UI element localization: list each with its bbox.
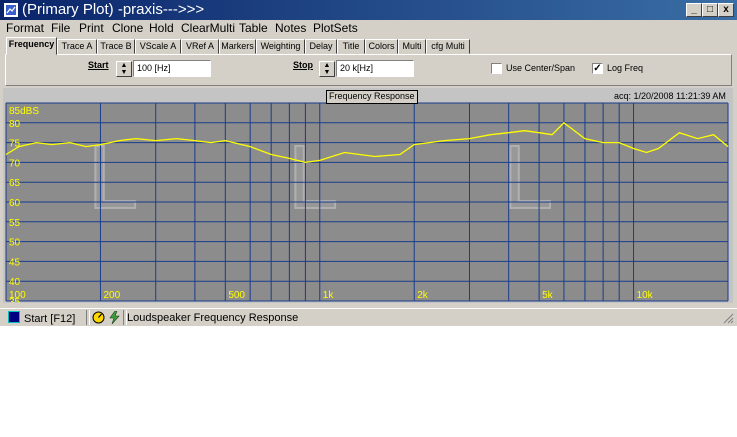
status-text: Loudspeaker Frequency Response <box>127 312 299 324</box>
menu-bar: Format File Print Clone Hold ClearMulti … <box>0 20 737 37</box>
resize-grip-icon[interactable] <box>722 312 734 324</box>
menu-notes[interactable]: Notes <box>275 21 306 36</box>
y-tick-label: 65 <box>9 178 21 189</box>
menu-hold[interactable]: Hold <box>149 21 174 36</box>
maximize-button[interactable]: □ <box>702 3 718 17</box>
x-tick-label: 10k <box>637 290 654 301</box>
tab-vref-a[interactable]: VRef A <box>181 39 219 54</box>
use-center-span-label: Use Center/Span <box>506 63 576 73</box>
x-tick-label: 2k <box>417 290 429 301</box>
tab-markers[interactable]: Markers <box>219 39 256 54</box>
start-button-label: Start [F12] <box>24 313 76 325</box>
y-tick-label: 60 <box>9 198 21 209</box>
y-tick-label: 80 <box>9 119 21 130</box>
lightning-icon[interactable] <box>108 311 121 324</box>
y-tick-label: 45 <box>9 257 21 268</box>
plot-title: Frequency Response <box>326 90 418 104</box>
stop-spinner[interactable]: ▲ ▼ <box>319 61 335 77</box>
tab-multi[interactable]: Multi <box>398 39 426 54</box>
window-title: (Primary Plot) -praxis--->>> <box>22 1 205 18</box>
menu-plotsets[interactable]: PlotSets <box>313 21 358 36</box>
start-input[interactable]: 100 [Hz] <box>133 60 211 77</box>
x-tick-label: 200 <box>103 290 120 301</box>
frequency-panel: Start ▲ ▼ 100 [Hz] Stop ▲ ▼ 20 k[Hz] Use C… <box>5 54 732 86</box>
x-tick-label: 5k <box>542 290 554 301</box>
start-spinner[interactable]: ▲ ▼ <box>116 61 132 77</box>
log-freq-label: Log Freq <box>607 63 644 73</box>
use-center-span-checkbox[interactable] <box>491 63 502 74</box>
app-window: (Primary Plot) -praxis--->>> _ □ x Forma… <box>0 0 737 326</box>
tab-frequency[interactable]: Frequency <box>6 37 57 55</box>
y-tick-label: 55 <box>9 218 21 229</box>
gauge-icon[interactable] <box>92 311 105 324</box>
menu-table[interactable]: Table <box>239 21 268 36</box>
plot-area: L L L 85dBS 80 75 70 65 60 55 50 45 40 35 100 200 500… <box>3 88 733 308</box>
close-button[interactable]: x <box>718 3 734 17</box>
start-icon <box>8 311 20 323</box>
x-tick-label: 100 <box>9 290 26 301</box>
stop-input[interactable]: 20 k[Hz] <box>336 60 414 77</box>
menu-file[interactable]: File <box>51 21 70 36</box>
y-tick-label: 70 <box>9 158 21 169</box>
tab-trace-a[interactable]: Trace A <box>57 39 97 54</box>
menu-print[interactable]: Print <box>79 21 104 36</box>
y-tick-label: 75 <box>9 139 21 150</box>
start-label: Start <box>88 60 109 70</box>
tab-cfg-multi[interactable]: cfg Multi <box>426 39 470 54</box>
menu-format[interactable]: Format <box>6 21 44 36</box>
title-bar: (Primary Plot) -praxis--->>> _ □ x <box>0 0 737 20</box>
menu-clone[interactable]: Clone <box>112 21 143 36</box>
status-separator <box>86 310 90 325</box>
x-tick-label: 500 <box>228 290 245 301</box>
menu-clearmulti[interactable]: ClearMulti <box>181 21 235 36</box>
status-bar: Start [F12] Loudspeaker Frequency Respon… <box>0 308 737 327</box>
minimize-button[interactable]: _ <box>686 3 702 17</box>
y-tick-label: 85dBS <box>9 106 39 117</box>
start-button[interactable]: Start [F12] <box>8 311 75 325</box>
y-tick-label: 50 <box>9 238 21 249</box>
log-freq-checkbox[interactable]: ✓ <box>592 63 603 74</box>
tab-strip: Frequency Trace A Trace B VScale A VRef … <box>0 37 737 55</box>
frequency-response-plot[interactable]: L L L 85dBS80757065605550454035100 200 500… <box>3 88 733 308</box>
tab-delay[interactable]: Delay <box>305 39 337 54</box>
tab-title[interactable]: Title <box>337 39 365 54</box>
tab-vscale-a[interactable]: VScale A <box>135 39 181 54</box>
y-tick-label: 40 <box>9 277 21 288</box>
acquisition-timestamp: acq: 1/20/2008 11:21:39 AM <box>614 91 726 101</box>
stop-label: Stop <box>293 60 313 70</box>
tab-weighting[interactable]: Weighting <box>256 39 305 54</box>
tab-trace-b[interactable]: Trace B <box>97 39 135 54</box>
tab-colors[interactable]: Colors <box>365 39 398 54</box>
app-icon <box>4 3 18 17</box>
x-tick-label: 1k <box>323 290 335 301</box>
